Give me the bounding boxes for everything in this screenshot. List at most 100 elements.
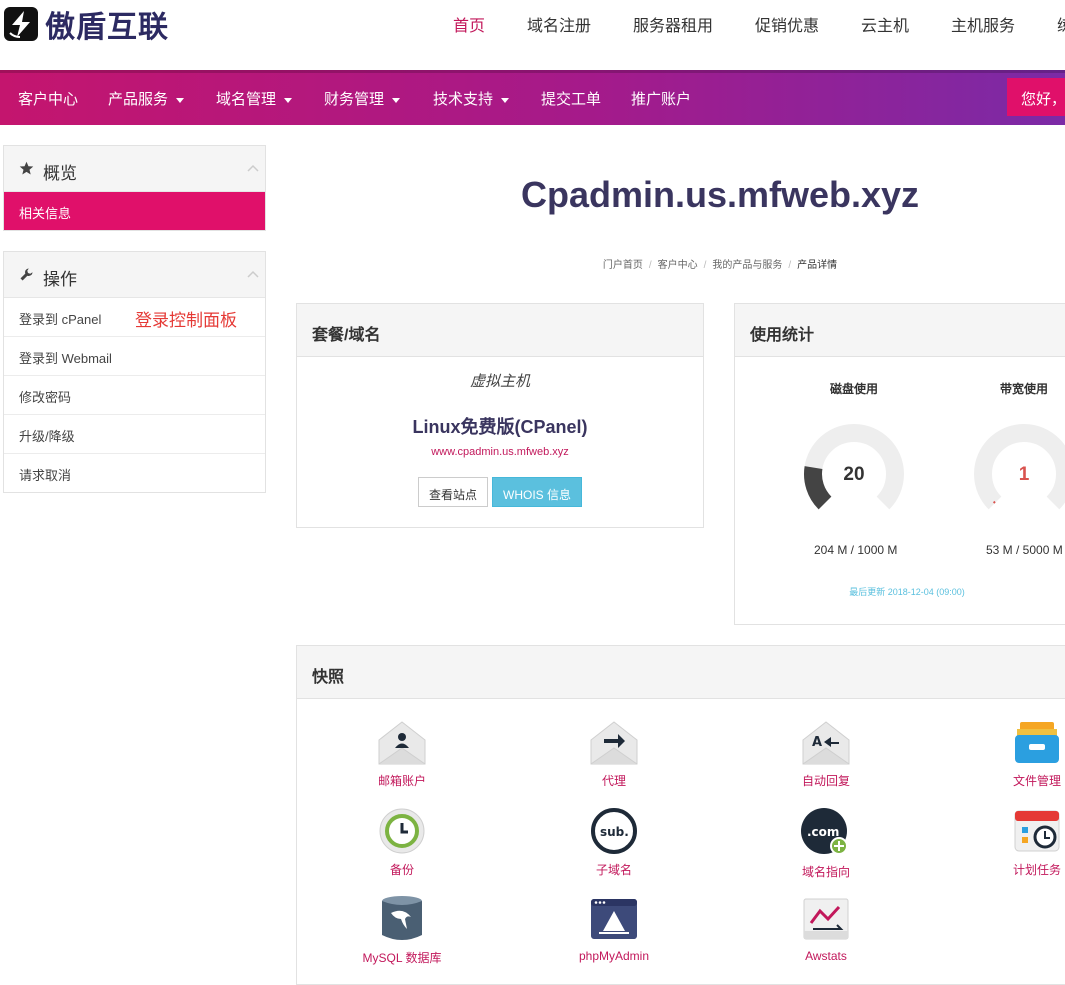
svg-text:.com: .com (807, 825, 839, 839)
top-nav-cloud-host[interactable]: 云主机 (861, 12, 909, 36)
breadcrumb: 门户首页 / 客户中心 / 我的产品与服务 / 产品详情 (300, 256, 1065, 271)
shortcut-forwarders[interactable]: 代理 (559, 720, 669, 789)
shortcut-file-manager[interactable]: 文件管理 (982, 720, 1065, 789)
caret-down-icon (176, 97, 185, 103)
package-type: 虚拟主机 (469, 373, 530, 390)
package-name: Linux免费版(CPanel) (412, 417, 588, 437)
shortcut-label: 计划任务 (1012, 863, 1061, 877)
account-menu-button[interactable]: 您好， (1007, 78, 1065, 116)
subdomain-icon: sub. (591, 808, 637, 854)
logo-mark-icon (4, 7, 38, 41)
view-site-button[interactable]: 查看站点 (418, 477, 488, 507)
nav-label: 客户中心 (18, 91, 79, 108)
shortcut-label: Awstats (805, 949, 847, 963)
nav-label: 提交工单 (541, 91, 602, 108)
mysql-icon (382, 896, 422, 940)
breadcrumb-my-products[interactable]: 我的产品与服务 (712, 260, 782, 271)
whois-info-button[interactable]: WHOIS 信息 (492, 477, 582, 507)
nav-billing[interactable]: 财务管理 (324, 88, 401, 109)
package-domain-link[interactable]: www.cpadmin.us.mfweb.xyz (297, 446, 703, 458)
nav-client-center[interactable]: 客户中心 (18, 88, 78, 109)
shortcut-backup[interactable]: 备份 (347, 807, 457, 878)
breadcrumb-separator: / (703, 260, 707, 271)
sidebar-overview-title: 概览 (43, 164, 77, 183)
sidebar-item-related-info[interactable]: 相关信息 (4, 192, 265, 230)
phpmyadmin-icon (591, 899, 637, 939)
brand-logo[interactable]: 傲盾互联 (4, 6, 169, 45)
shortcut-label: 子域名 (595, 863, 632, 877)
sidebar-overview-panel: 概览 相关信息 (3, 145, 266, 231)
disk-usage-value: 20 (843, 464, 865, 485)
caret-down-icon (392, 97, 401, 103)
sidebar-item-change-password[interactable]: 修改密码 (4, 376, 265, 415)
wrench-icon (20, 268, 33, 281)
nav-products[interactable]: 产品服务 (108, 88, 185, 109)
bandwidth-usage-amount: 53 M / 5000 M (986, 543, 1063, 557)
file-manager-icon (1015, 722, 1059, 763)
breadcrumb-separator: / (648, 260, 652, 271)
last-update-text: 最后更新 2018-12-04 (09:00) (849, 587, 965, 597)
usage-card: 使用统计 磁盘使用 20 204 M / 1000 M 带宽使用 1 53 M … (734, 303, 1065, 625)
email-account-icon (378, 721, 426, 765)
autoresponder-icon: A (802, 721, 850, 765)
sidebar-actions-panel: 操作 登录到 cPanel 登录控制面板 登录到 Webmail 修改密码 升级… (3, 251, 266, 493)
top-nav-server-rental[interactable]: 服务器租用 (633, 12, 713, 36)
nav-support[interactable]: 技术支持 (433, 88, 510, 109)
chevron-up-icon[interactable] (247, 164, 259, 172)
shortcut-mysql[interactable]: MySQL 数据库 (347, 895, 457, 966)
breadcrumb-separator: / (788, 260, 792, 271)
shortcut-label: 文件管理 (1012, 774, 1061, 788)
shortcut-phpmyadmin[interactable]: phpMyAdmin (559, 895, 669, 963)
top-nav-home[interactable]: 首页 (453, 12, 485, 36)
nav-label: 产品服务 (108, 91, 169, 108)
top-header: 傲盾互联 首页 域名注册 服务器租用 促销优惠 云主机 主机服务 练 (0, 0, 1065, 70)
shortcut-addon-domains[interactable]: .com 域名指向 (771, 807, 881, 880)
top-nav-more[interactable]: 练 (1057, 12, 1065, 36)
disk-usage-amount: 204 M / 1000 M (814, 543, 898, 557)
shortcut-label: MySQL 数据库 (362, 951, 442, 965)
shortcut-label: 域名指向 (801, 865, 850, 879)
bandwidth-usage-value: 1 (1018, 464, 1030, 485)
shortcuts-card-header: 快照 (297, 646, 1065, 699)
star-icon (19, 161, 34, 175)
sidebar-item-request-cancel[interactable]: 请求取消 (4, 454, 265, 493)
addon-domain-icon: .com (801, 808, 848, 855)
shortcut-email-accounts[interactable]: 邮箱账户 (347, 720, 457, 789)
usage-card-header: 使用统计 (735, 304, 1065, 357)
gauge-fill (992, 500, 996, 504)
shortcut-autoresponders[interactable]: A 自动回复 (771, 720, 881, 789)
shortcut-label: 邮箱账户 (377, 774, 426, 788)
main-nav: 客户中心 产品服务 域名管理 财务管理 技术支持 提交工单 推广账户 您好， (0, 70, 1065, 125)
caret-down-icon (284, 97, 293, 103)
shortcut-cron-jobs[interactable]: 计划任务 (982, 807, 1065, 878)
shortcut-label: 备份 (389, 863, 414, 877)
top-nav-hosting-service[interactable]: 主机服务 (951, 12, 1015, 36)
shortcut-subdomains[interactable]: sub. 子域名 (559, 807, 669, 878)
bandwidth-usage-label: 带宽使用 (1000, 382, 1049, 396)
breadcrumb-home[interactable]: 门户首页 (603, 260, 643, 271)
nav-label: 技术支持 (433, 91, 494, 108)
awstats-icon (803, 898, 849, 940)
cron-jobs-icon (1014, 810, 1060, 852)
svg-text:sub.: sub. (600, 825, 629, 839)
top-nav-promotions[interactable]: 促销优惠 (755, 12, 819, 36)
nav-domains[interactable]: 域名管理 (216, 88, 293, 109)
disk-usage-label: 磁盘使用 (830, 382, 879, 396)
sidebar-actions-header[interactable]: 操作 (4, 252, 265, 298)
sidebar-item-upgrade-downgrade[interactable]: 升级/降级 (4, 415, 265, 454)
chevron-up-icon[interactable] (247, 270, 259, 278)
shortcut-label: 自动回复 (801, 774, 850, 788)
caret-down-icon (501, 97, 510, 103)
nav-submit-ticket[interactable]: 提交工单 (541, 88, 601, 109)
sidebar-overview-header[interactable]: 概览 (4, 146, 265, 192)
nav-affiliates[interactable]: 推广账户 (631, 88, 691, 109)
breadcrumb-client-center[interactable]: 客户中心 (658, 260, 698, 271)
svg-text:A: A (812, 735, 822, 750)
forwarder-icon (590, 721, 638, 765)
sidebar-item-login-webmail[interactable]: 登录到 Webmail (4, 337, 265, 376)
shortcut-label: 代理 (601, 774, 626, 788)
shortcut-awstats[interactable]: Awstats (771, 895, 881, 963)
top-nav-domain-register[interactable]: 域名注册 (527, 12, 591, 36)
sidebar-item-login-cpanel[interactable]: 登录到 cPanel 登录控制面板 (4, 298, 265, 337)
brand-name: 傲盾互联 (45, 10, 169, 45)
